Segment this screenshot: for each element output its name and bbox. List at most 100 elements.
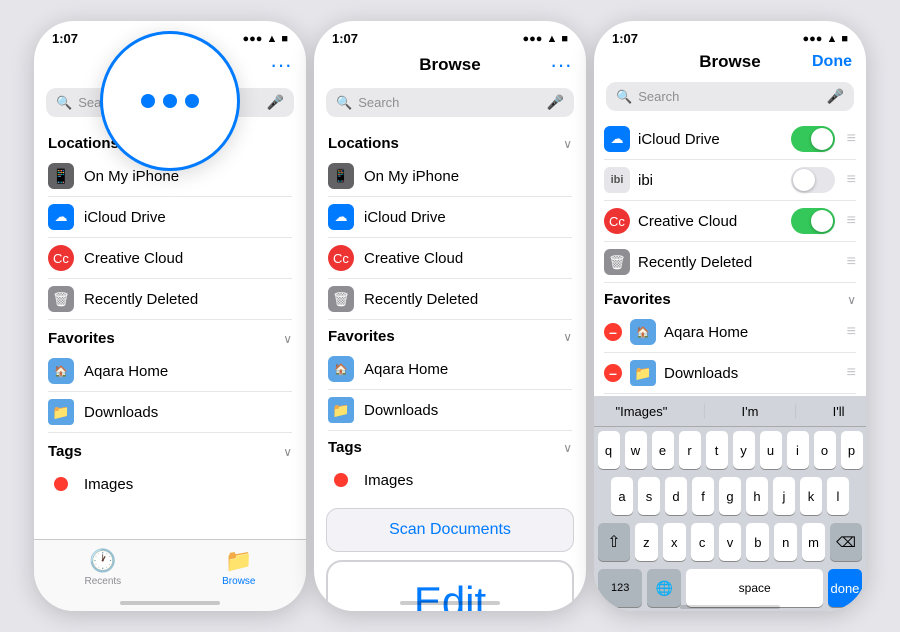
- phone-icon-1: 📱: [48, 163, 74, 189]
- list-item-on-my-iphone-2[interactable]: 📱 On My iPhone: [328, 156, 572, 197]
- key-q[interactable]: q: [598, 431, 620, 469]
- s3-downloads[interactable]: – 📁 Downloads ≡: [604, 353, 856, 394]
- icloud-toggle[interactable]: [791, 126, 835, 152]
- key-r[interactable]: r: [679, 431, 701, 469]
- locations-header-2: Locations ∨: [328, 135, 572, 152]
- list-item-icloud[interactable]: ☁ iCloud Drive: [48, 197, 292, 238]
- minus-downloads[interactable]: –: [604, 364, 622, 382]
- key-k[interactable]: k: [800, 477, 822, 515]
- key-g[interactable]: g: [719, 477, 741, 515]
- key-m[interactable]: m: [802, 523, 825, 561]
- key-n[interactable]: n: [774, 523, 797, 561]
- autocomplete-ill[interactable]: I'll: [825, 404, 853, 419]
- drag-handle-aqara[interactable]: ≡: [847, 323, 856, 341]
- list-item-aqara[interactable]: 🏠 Aqara Home: [48, 351, 292, 392]
- battery-icon-3: ■: [841, 33, 848, 45]
- edit-label: Edit: [414, 578, 486, 611]
- key-shift[interactable]: ⇧: [598, 523, 630, 561]
- key-b[interactable]: b: [746, 523, 769, 561]
- list-item-downloads-1[interactable]: 📁 Downloads: [48, 392, 292, 433]
- drag-handle-downloads[interactable]: ≡: [847, 364, 856, 382]
- keyboard: "Images" | I'm | I'll q w e r t y u i o …: [594, 396, 866, 611]
- drag-handle-icloud[interactable]: ≡: [847, 130, 856, 148]
- nav-right-icon-2[interactable]: ···: [542, 52, 572, 78]
- scan-documents-label: Scan Documents: [389, 521, 511, 538]
- dot-3: [185, 94, 199, 108]
- key-z[interactable]: z: [635, 523, 658, 561]
- list-item-images-2[interactable]: Images: [328, 460, 572, 500]
- favorites-title-2: Favorites: [328, 328, 395, 345]
- key-o[interactable]: o: [814, 431, 836, 469]
- key-l[interactable]: l: [827, 477, 849, 515]
- list-item-images-1[interactable]: Images: [48, 464, 292, 504]
- list-item-recently-deleted[interactable]: 🗑 Recently Deleted: [48, 279, 292, 320]
- cc-toggle[interactable]: [791, 208, 835, 234]
- time-2: 1:07: [332, 31, 358, 46]
- tab-browse-1[interactable]: 📁 Browse: [222, 548, 255, 587]
- list-item-downloads-2[interactable]: 📁 Downloads: [328, 390, 572, 431]
- search-icon-2: 🔍: [336, 95, 352, 111]
- nav-right-icon-1[interactable]: ···: [262, 52, 292, 78]
- nav-bar-3: Browse Done: [594, 50, 866, 78]
- key-p[interactable]: p: [841, 431, 863, 469]
- recents-label-1: Recents: [84, 576, 121, 587]
- key-u[interactable]: u: [760, 431, 782, 469]
- key-j[interactable]: j: [773, 477, 795, 515]
- key-d[interactable]: d: [665, 477, 687, 515]
- favorites-header-3: Favorites ∨: [604, 291, 856, 308]
- key-s[interactable]: s: [638, 477, 660, 515]
- key-e[interactable]: e: [652, 431, 674, 469]
- key-done[interactable]: done: [828, 569, 862, 607]
- key-x[interactable]: x: [663, 523, 686, 561]
- list-item-cc-2[interactable]: Cc Creative Cloud: [328, 238, 572, 279]
- recents-icon-1: 🕐: [89, 548, 116, 574]
- list-item-recently-deleted-2[interactable]: 🗑 Recently Deleted: [328, 279, 572, 320]
- key-i[interactable]: i: [787, 431, 809, 469]
- trash-icon-1: 🗑: [48, 286, 74, 312]
- favorites-chevron-1: ∨: [283, 332, 292, 346]
- search-bar-2[interactable]: 🔍 Search 🎤: [326, 88, 574, 117]
- mic-icon-2: 🎤: [547, 94, 564, 111]
- autocomplete-im[interactable]: I'm: [734, 404, 767, 419]
- drag-handle-cc[interactable]: ≡: [847, 212, 856, 230]
- icloud-icon-2: ☁: [328, 204, 354, 230]
- key-f[interactable]: f: [692, 477, 714, 515]
- tab-recents-1[interactable]: 🕐 Recents: [84, 548, 121, 587]
- search-bar-3[interactable]: 🔍 Search 🎤: [606, 82, 854, 111]
- drag-handle-trash[interactable]: ≡: [847, 253, 856, 271]
- s3-recently-deleted[interactable]: 🗑 Recently Deleted ≡: [604, 242, 856, 283]
- key-globe[interactable]: 🌐: [647, 569, 681, 607]
- key-c[interactable]: c: [691, 523, 714, 561]
- fav-chevron-2: ∨: [563, 330, 572, 344]
- s3-cc[interactable]: Cc Creative Cloud ≡: [604, 201, 856, 242]
- trash-icon-3: 🗑: [604, 249, 630, 275]
- scan-documents-btn[interactable]: Scan Documents: [326, 508, 574, 552]
- autocomplete-images[interactable]: "Images": [608, 404, 676, 419]
- search-icon-1: 🔍: [56, 95, 72, 111]
- list-item-icloud-2[interactable]: ☁ iCloud Drive: [328, 197, 572, 238]
- done-button[interactable]: Done: [812, 53, 852, 71]
- recently-deleted-label-3: Recently Deleted: [638, 254, 839, 271]
- minus-aqara[interactable]: –: [604, 323, 622, 341]
- nav-title-2: Browse: [358, 55, 542, 75]
- key-t[interactable]: t: [706, 431, 728, 469]
- key-delete[interactable]: ⌫: [830, 523, 862, 561]
- key-a[interactable]: a: [611, 477, 633, 515]
- list-item-cc[interactable]: Cc Creative Cloud: [48, 238, 292, 279]
- cc-label-3: Creative Cloud: [638, 213, 783, 230]
- mic-icon-1: 🎤: [267, 94, 284, 111]
- s3-aqara[interactable]: – 🏠 Aqara Home ≡: [604, 312, 856, 353]
- s3-icloud[interactable]: ☁ iCloud Drive ≡: [604, 119, 856, 160]
- key-space[interactable]: space: [686, 569, 822, 607]
- list-item-aqara-2[interactable]: 🏠 Aqara Home: [328, 349, 572, 390]
- ibi-toggle[interactable]: [791, 167, 835, 193]
- key-v[interactable]: v: [719, 523, 742, 561]
- status-icons-3: ●●● ▲ ■: [803, 33, 848, 45]
- key-h[interactable]: h: [746, 477, 768, 515]
- key-123[interactable]: 123: [598, 569, 642, 607]
- ellipsis-overlay[interactable]: [100, 31, 240, 171]
- key-y[interactable]: y: [733, 431, 755, 469]
- key-w[interactable]: w: [625, 431, 647, 469]
- drag-handle-ibi[interactable]: ≡: [847, 171, 856, 189]
- s3-ibi[interactable]: ibi ibi ≡: [604, 160, 856, 201]
